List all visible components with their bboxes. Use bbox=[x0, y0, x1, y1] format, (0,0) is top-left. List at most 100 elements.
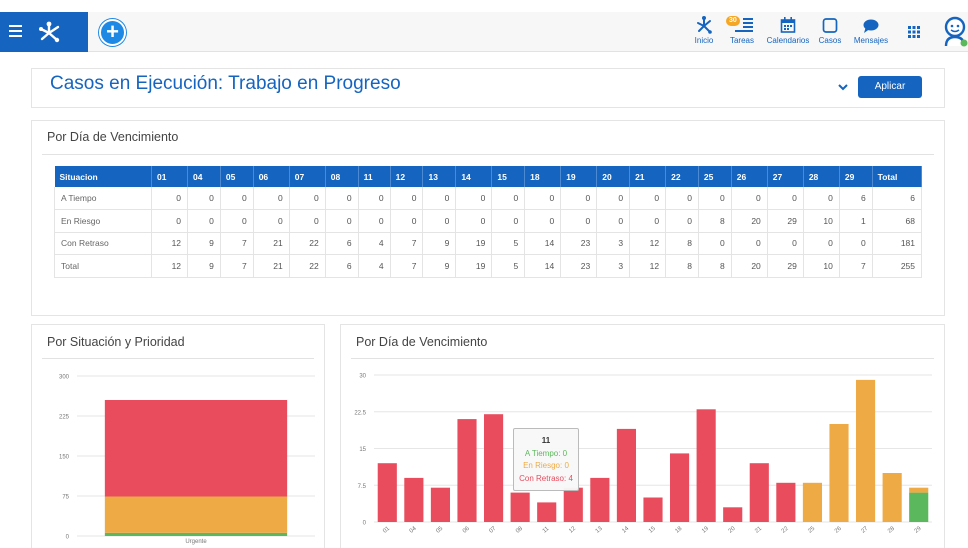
bar-segment bbox=[484, 414, 504, 522]
bar-segment bbox=[829, 424, 849, 522]
x-tick-label: 01 bbox=[382, 525, 391, 534]
x-tick-label: 07 bbox=[488, 525, 497, 534]
table-cell: 181 bbox=[872, 232, 923, 255]
column-header: 15 bbox=[491, 166, 526, 187]
tooltip-con-retraso: Con Retraso: 4 bbox=[519, 473, 573, 483]
bar-segment bbox=[696, 409, 716, 522]
nav-tareas[interactable]: 30 Tareas bbox=[726, 15, 758, 51]
table-cell: 23 bbox=[560, 254, 598, 278]
table-cell: 0 bbox=[803, 232, 840, 255]
apps-grid-icon[interactable] bbox=[908, 26, 920, 38]
x-tick-label: 27 bbox=[860, 525, 869, 534]
bar-segment bbox=[909, 487, 929, 493]
table-cell: 0 bbox=[839, 232, 873, 255]
calendar-icon bbox=[780, 17, 796, 33]
table-header-row: Situacion 01 04 05 06 07 08 11 12 13 14 15 18 19 20 21 2… bbox=[54, 166, 923, 187]
column-header: 14 bbox=[455, 166, 493, 187]
column-header: 12 bbox=[390, 166, 424, 187]
bar-segment bbox=[882, 473, 902, 522]
table-cell: 14 bbox=[524, 232, 562, 255]
tooltip-title: 11 bbox=[541, 436, 551, 445]
add-case-button[interactable]: + bbox=[99, 19, 126, 46]
table-cell: 0 bbox=[358, 187, 391, 210]
user-avatar-icon[interactable] bbox=[942, 16, 968, 48]
table-cell: 0 bbox=[289, 187, 326, 210]
table-cell: 0 bbox=[665, 209, 699, 233]
nav-calendarios-label: Calendarios bbox=[766, 36, 810, 45]
bar-segment bbox=[776, 482, 796, 522]
bar-segment bbox=[616, 428, 636, 522]
column-header: 05 bbox=[220, 166, 254, 187]
table-cell: 0 bbox=[560, 187, 598, 210]
table-cell: 0 bbox=[698, 232, 732, 255]
table-cell: 8 bbox=[665, 232, 699, 255]
table-cell: 0 bbox=[253, 187, 290, 210]
tooltip-en-riesgo: En Riesgo: 0 bbox=[523, 461, 569, 470]
table-cell: 23 bbox=[560, 232, 598, 255]
table-cell: 6 bbox=[839, 187, 873, 210]
table-cell: 255 bbox=[872, 254, 923, 278]
table-cell: 0 bbox=[390, 187, 424, 210]
table-panel-title: Por Día de Vencimiento bbox=[47, 130, 179, 144]
x-tick-label: 04 bbox=[409, 525, 418, 534]
home-network-icon bbox=[697, 16, 712, 34]
app-logo-icon[interactable] bbox=[35, 20, 63, 44]
table-cell: 0 bbox=[151, 209, 189, 233]
table-cell: 0 bbox=[629, 187, 667, 210]
table-cell: 0 bbox=[325, 209, 359, 233]
nav-mensajes[interactable]: Mensajes bbox=[853, 15, 889, 51]
y-tick-label: 75 bbox=[62, 495, 69, 501]
table-cell: 22 bbox=[289, 254, 326, 278]
bar-segment bbox=[457, 419, 477, 522]
table-cell: 9 bbox=[187, 254, 221, 278]
x-tick-label: 19 bbox=[701, 525, 710, 534]
table-cell: 0 bbox=[803, 187, 840, 210]
table-cell: 3 bbox=[596, 254, 631, 278]
header-panel: Casos en Ejecución: Trabajo en Progreso … bbox=[31, 68, 945, 108]
bar-segment bbox=[377, 463, 397, 522]
table-cell: 9 bbox=[422, 232, 457, 255]
table-cell: 10 bbox=[803, 254, 840, 278]
table-cell: 0 bbox=[220, 187, 254, 210]
y-tick-label: 22.5 bbox=[354, 410, 366, 416]
situation-priority-chart-panel: Por Situación y Prioridad 0 75 150 225 300 Ur… bbox=[31, 324, 325, 548]
nav-inicio[interactable]: Inicio bbox=[690, 15, 718, 51]
table-cell: 7 bbox=[390, 232, 424, 255]
table-cell: 0 bbox=[253, 209, 290, 233]
bar-segment bbox=[104, 400, 288, 497]
column-header: 22 bbox=[665, 166, 699, 187]
table-cell: 0 bbox=[220, 209, 254, 233]
column-header: 01 bbox=[151, 166, 189, 187]
y-tick-label: 7.5 bbox=[358, 484, 367, 490]
table-cell: 0 bbox=[422, 209, 457, 233]
nav-casos[interactable]: Casos bbox=[817, 15, 843, 51]
bar-segment bbox=[670, 453, 690, 522]
bar-segment bbox=[563, 487, 583, 522]
table-cell: 0 bbox=[731, 187, 768, 210]
column-header: 21 bbox=[629, 166, 667, 187]
page-title: Casos en Ejecución: Trabajo en Progreso bbox=[50, 73, 401, 94]
column-header: 07 bbox=[289, 166, 326, 187]
table-cell: 0 bbox=[665, 187, 699, 210]
table-cell: 29 bbox=[767, 209, 804, 233]
column-header: 26 bbox=[731, 166, 768, 187]
table-cell: 0 bbox=[289, 209, 326, 233]
chevron-down-icon[interactable] bbox=[837, 82, 849, 92]
row-label: A Tiempo bbox=[54, 187, 152, 210]
table-cell: 12 bbox=[629, 254, 667, 278]
table-cell: 68 bbox=[872, 209, 923, 233]
messages-icon bbox=[863, 19, 879, 33]
hamburger-menu-icon[interactable] bbox=[9, 25, 22, 37]
situation-priority-chart: 0 75 150 225 300 Urgente bbox=[59, 375, 315, 545]
nav-calendarios[interactable]: Calendarios bbox=[766, 15, 810, 51]
table-cell: 8 bbox=[698, 209, 732, 233]
column-header: 08 bbox=[325, 166, 359, 187]
bar-segment bbox=[856, 379, 876, 522]
chart-tooltip: 11 A Tiempo: 0 En Riesgo: 0 Con Retraso:… bbox=[513, 428, 579, 491]
due-day-table: Situacion 01 04 05 06 07 08 11 12 13 14 15 18 19 20 21 2… bbox=[54, 166, 923, 278]
divider bbox=[42, 154, 934, 155]
bar-segment bbox=[723, 507, 743, 522]
nav-mensajes-label: Mensajes bbox=[853, 36, 889, 45]
apply-button[interactable]: Aplicar bbox=[858, 76, 922, 98]
table-cell: 0 bbox=[698, 187, 732, 210]
